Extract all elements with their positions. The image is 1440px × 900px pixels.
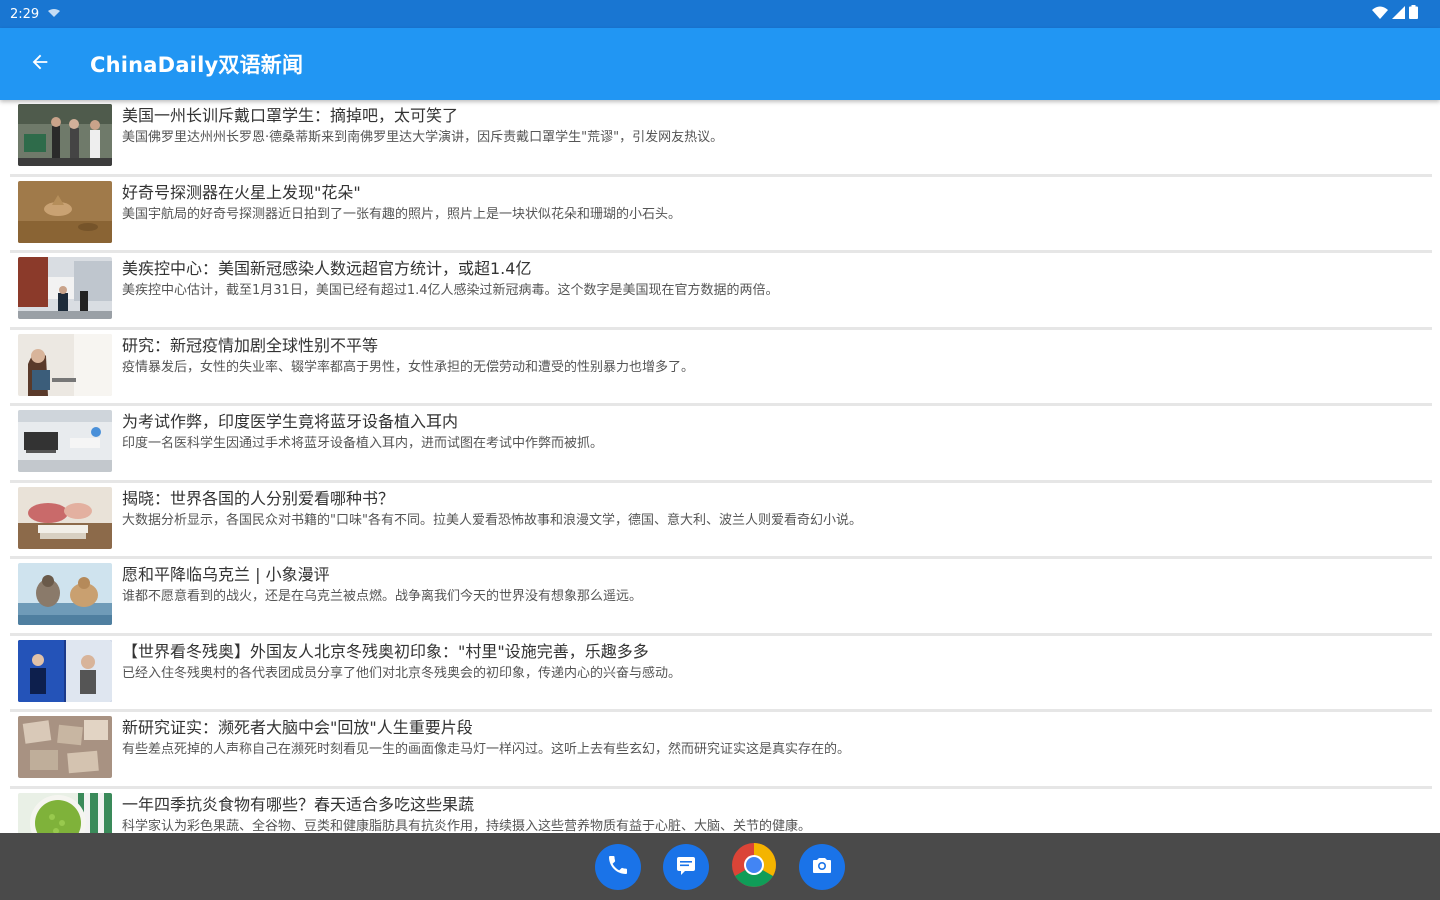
article-texts: 揭晓：世界各国的人分别爱看哪种书？ 大数据分析显示，各国民众对书籍的"口味"各有…: [122, 483, 862, 530]
article-summary: 美国佛罗里达州州长罗恩·德桑蒂斯来到南佛罗里达大学演讲，因斥责戴口罩学生"荒谬"…: [122, 130, 724, 145]
article-summary: 美疾控中心估计，截至1月31日，美国已经有超过1.4亿人感染过新冠病毒。这个数字…: [122, 283, 779, 298]
message-icon: [674, 853, 698, 881]
chrome-icon: [731, 842, 777, 892]
phone-icon: [606, 853, 630, 881]
article-texts: 研究：新冠疫情加剧全球性别不平等 疫情暴发后，女性的失业率、辍学率都高于男性，女…: [122, 330, 694, 377]
dock-camera-button[interactable]: [799, 843, 845, 890]
article-item[interactable]: 美疾控中心：美国新冠感染人数远超官方统计，或超1.4亿 美疾控中心估计，截至1月…: [10, 253, 1432, 330]
article-texts: 愿和平降临乌克兰 | 小象漫评 谁都不愿意看到的战火，还是在乌克兰被点燃。战争离…: [122, 559, 642, 606]
article-title: 一年四季抗炎食物有哪些？春天适合多吃这些果蔬: [122, 794, 475, 814]
article-thumbnail: [18, 410, 112, 472]
article-summary: 已经入住冬残奥村的各代表团成员分享了他们对北京冬残奥会的初印象，传递内心的兴奋与…: [122, 665, 682, 681]
back-button[interactable]: [0, 28, 80, 100]
article-texts: 美国一州长训斥戴口罩学生：摘掉吧，太可笑了 美国佛罗里达州州长罗恩·德桑蒂斯来到…: [122, 100, 723, 147]
status-left: 2:29: [10, 7, 61, 22]
article-title: 美国一州长训斥戴口罩学生：摘掉吧，太可笑了: [122, 106, 459, 125]
article-texts: 新研究证实：濒死者大脑中会"回放"人生重要片段 有些差点死掉的人声称自己在濒死时…: [122, 712, 850, 759]
dock-messages-button[interactable]: [663, 843, 709, 890]
article-texts: 一年四季抗炎食物有哪些？春天适合多吃这些果蔬 科学家认为彩色果蔬、全谷物、豆类和…: [122, 789, 811, 834]
article-summary: 美国宇航局的好奇号探测器近日拍到了一张有趣的照片，照片上是一块状似花朵和珊瑚的小…: [122, 206, 682, 222]
app-title: ChinaDaily双语新闻: [90, 53, 304, 77]
article-texts: 【世界看冬残奥】外国友人北京冬残奥初印象："村里"设施完善，乐趣多多 已经入住冬…: [122, 636, 681, 683]
article-thumbnail: [18, 563, 112, 625]
status-time: 2:29: [10, 6, 40, 22]
article-title: 好奇号探测器在火星上发现"花朵": [122, 182, 361, 202]
nav-bar: [0, 833, 1440, 900]
dock-phone-button[interactable]: [595, 843, 641, 890]
app-bar: ChinaDaily双语新闻: [0, 28, 1440, 100]
article-thumbnail: [18, 716, 112, 778]
notification-icon: [47, 7, 61, 22]
article-summary: 疫情暴发后，女性的失业率、辍学率都高于男性，女性承担的无偿劳动和遭受的性别暴力也…: [122, 359, 695, 375]
article-texts: 美疾控中心：美国新冠感染人数远超官方统计，或超1.4亿 美疾控中心估计，截至1月…: [122, 253, 779, 300]
dock-chrome-button[interactable]: [731, 842, 777, 892]
article-item[interactable]: 愿和平降临乌克兰 | 小象漫评 谁都不愿意看到的战火，还是在乌克兰被点燃。战争离…: [10, 559, 1432, 636]
article-title: 美疾控中心：美国新冠感染人数远超官方统计，或超1.4亿: [122, 259, 532, 278]
article-list[interactable]: 美国一州长训斥戴口罩学生：摘掉吧，太可笑了 美国佛罗里达州州长罗恩·德桑蒂斯来到…: [0, 100, 1440, 833]
status-right: [1372, 5, 1418, 23]
camera-icon: [810, 853, 834, 881]
article-thumbnail: [18, 486, 112, 549]
article-item[interactable]: 新研究证实：濒死者大脑中会"回放"人生重要片段 有些差点死掉的人声称自己在濒死时…: [10, 712, 1432, 789]
status-bar: 2:29: [0, 0, 1440, 28]
article-title: 为考试作弊，印度医学生竟将蓝牙设备植入耳内: [122, 412, 459, 431]
article-title: 揭晓：世界各国的人分别爱看哪种书？: [122, 488, 395, 508]
cell-signal-icon: [1392, 5, 1405, 23]
article-thumbnail: [18, 639, 112, 702]
article-summary: 科学家认为彩色果蔬、全谷物、豆类和健康脂肪具有抗炎作用，持续摄入这些营养物质有益…: [122, 818, 812, 834]
article-thumbnail: [18, 180, 112, 243]
article-item[interactable]: 揭晓：世界各国的人分别爱看哪种书？ 大数据分析显示，各国民众对书籍的"口味"各有…: [10, 483, 1432, 559]
article-summary: 印度一名医科学生因通过手术将蓝牙设备植入耳内，进而试图在考试中作弊而被抓。: [122, 436, 604, 451]
article-texts: 好奇号探测器在火星上发现"花朵" 美国宇航局的好奇号探测器近日拍到了一张有趣的照…: [122, 177, 681, 224]
article-thumbnail: [18, 792, 112, 833]
article-texts: 为考试作弊，印度医学生竟将蓝牙设备植入耳内 印度一名医科学生因通过手术将蓝牙设备…: [122, 406, 603, 453]
article-thumbnail: [18, 104, 112, 166]
article-title: 新研究证实：濒死者大脑中会"回放"人生重要片段: [122, 718, 473, 737]
article-thumbnail: [18, 257, 112, 319]
wifi-icon: [1372, 6, 1388, 23]
article-item[interactable]: 美国一州长训斥戴口罩学生：摘掉吧，太可笑了 美国佛罗里达州州长罗恩·德桑蒂斯来到…: [10, 100, 1432, 177]
article-item[interactable]: 好奇号探测器在火星上发现"花朵" 美国宇航局的好奇号探测器近日拍到了一张有趣的照…: [10, 177, 1432, 253]
battery-icon: [1409, 5, 1418, 23]
article-thumbnail: [18, 333, 112, 396]
article-summary: 有些差点死掉的人声称自己在濒死时刻看见一生的画面像走马灯一样闪过。这听上去有些玄…: [122, 742, 851, 757]
article-title: 【世界看冬残奥】外国友人北京冬残奥初印象："村里"设施完善，乐趣多多: [122, 641, 649, 661]
article-item[interactable]: 一年四季抗炎食物有哪些？春天适合多吃这些果蔬 科学家认为彩色果蔬、全谷物、豆类和…: [10, 789, 1432, 834]
article-item[interactable]: 研究：新冠疫情加剧全球性别不平等 疫情暴发后，女性的失业率、辍学率都高于男性，女…: [10, 330, 1432, 406]
arrow-back-icon: [29, 51, 51, 77]
article-summary: 大数据分析显示，各国民众对书籍的"口味"各有不同。拉美人爱看恐怖故事和浪漫文学，…: [122, 512, 862, 528]
article-item[interactable]: 【世界看冬残奥】外国友人北京冬残奥初印象："村里"设施完善，乐趣多多 已经入住冬…: [10, 636, 1432, 712]
article-title: 研究：新冠疫情加剧全球性别不平等: [122, 335, 379, 355]
article-title: 愿和平降临乌克兰 | 小象漫评: [122, 565, 330, 584]
article-item[interactable]: 为考试作弊，印度医学生竟将蓝牙设备植入耳内 印度一名医科学生因通过手术将蓝牙设备…: [10, 406, 1432, 483]
article-summary: 谁都不愿意看到的战火，还是在乌克兰被点燃。战争离我们今天的世界没有想象那么遥远。: [122, 589, 643, 604]
